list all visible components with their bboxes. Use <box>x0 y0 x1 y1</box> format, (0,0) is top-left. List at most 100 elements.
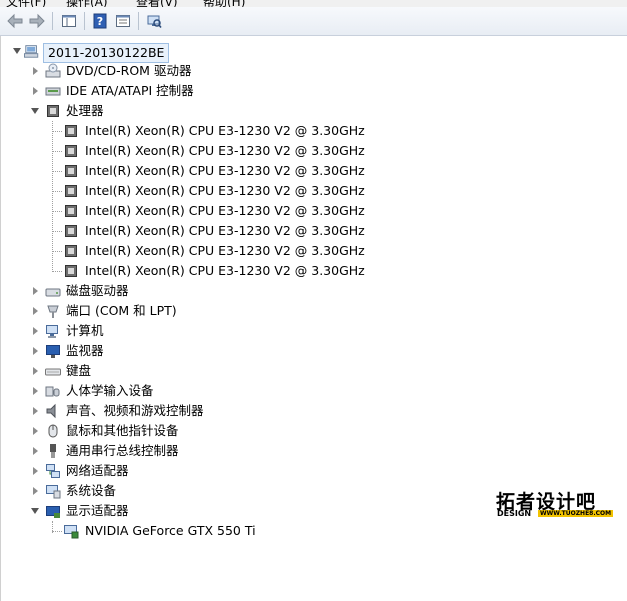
toolbar-separator <box>84 12 85 30</box>
expand-arrow-icon[interactable] <box>33 447 38 455</box>
usb-icon <box>45 443 61 459</box>
help-icon: ? <box>93 13 107 29</box>
back-icon <box>7 13 23 29</box>
forward-button[interactable] <box>26 10 48 32</box>
expand-arrow-icon[interactable] <box>33 347 38 355</box>
tree-device-item[interactable]: NVIDIA GeForce GTX 550 Ti <box>0 521 600 541</box>
expand-arrow-icon[interactable] <box>33 367 38 375</box>
tree-device-item[interactable]: Intel(R) Xeon(R) CPU E3-1230 V2 @ 3.30GH… <box>0 201 600 221</box>
tree-category-display-adapter-label: 显示适配器 <box>66 503 129 518</box>
svg-text:?: ? <box>97 15 103 28</box>
expand-arrow-icon[interactable] <box>33 487 38 495</box>
disk-drive-icon <box>45 283 61 299</box>
tree-category-port[interactable]: 端口 (COM 和 LPT) <box>0 301 600 321</box>
tree-category-dvd-drive[interactable]: DVD/CD-ROM 驱动器 <box>0 61 600 81</box>
tree-connector <box>52 171 62 172</box>
properties-button[interactable] <box>112 10 134 32</box>
scan-hardware-icon <box>147 15 162 28</box>
tree-category-system-device-label: 系统设备 <box>66 483 117 498</box>
show-hide-tree-button[interactable] <box>58 10 80 32</box>
tree-connector <box>52 131 62 132</box>
toolbar-separator <box>52 12 53 30</box>
expand-arrow-icon[interactable] <box>33 467 38 475</box>
computer-icon <box>45 323 61 339</box>
tree-category-dvd-drive-label: DVD/CD-ROM 驱动器 <box>66 63 192 78</box>
tree-category-disk-drive[interactable]: 磁盘驱动器 <box>0 281 600 301</box>
tree-connector <box>52 191 62 192</box>
processor-icon <box>63 143 79 159</box>
processor-icon <box>63 263 79 279</box>
ide-controller-icon <box>45 83 61 99</box>
tree-device-item[interactable]: Intel(R) Xeon(R) CPU E3-1230 V2 @ 3.30GH… <box>0 141 600 161</box>
monitor-icon <box>45 343 61 359</box>
collapse-arrow-icon[interactable] <box>31 108 39 114</box>
scan-hardware-button[interactable] <box>143 10 165 32</box>
tree-device-item[interactable]: Intel(R) Xeon(R) CPU E3-1230 V2 @ 3.30GH… <box>0 221 600 241</box>
mouse-icon <box>45 423 61 439</box>
expand-arrow-icon[interactable] <box>33 287 38 295</box>
collapse-arrow-icon[interactable] <box>31 508 39 514</box>
tree-category-usb[interactable]: 通用串行总线控制器 <box>0 441 600 461</box>
tree-category-ide-controller-label: IDE ATA/ATAPI 控制器 <box>66 83 194 98</box>
tree-device-item[interactable]: Intel(R) Xeon(R) CPU E3-1230 V2 @ 3.30GH… <box>0 161 600 181</box>
expand-arrow-icon[interactable] <box>33 427 38 435</box>
watermark-url: WWW.TUOZHE8.COM <box>538 510 614 517</box>
expand-arrow-icon[interactable] <box>33 307 38 315</box>
tree-root-label[interactable]: 2011-20130122BE <box>43 43 170 63</box>
sound-icon <box>45 403 61 419</box>
tree-connector <box>52 271 62 272</box>
processor-icon <box>63 183 79 199</box>
toolbar: ? <box>0 7 627 36</box>
back-button[interactable] <box>4 10 26 32</box>
expand-arrow-icon[interactable] <box>33 67 38 75</box>
expand-arrow-icon[interactable] <box>33 387 38 395</box>
tree-category-network-adapter-label: 网络适配器 <box>66 463 129 478</box>
processor-icon <box>63 203 79 219</box>
tree-category-keyboard-label: 键盘 <box>66 363 92 378</box>
dvd-drive-icon <box>45 63 61 79</box>
tree-category-computer[interactable]: 计算机 <box>0 321 600 341</box>
tree-category-ide-controller[interactable]: IDE ATA/ATAPI 控制器 <box>0 81 600 101</box>
tree-device-item[interactable]: Intel(R) Xeon(R) CPU E3-1230 V2 @ 3.30GH… <box>0 241 600 261</box>
computer-root-icon <box>24 45 39 58</box>
tree-category-port-label: 端口 (COM 和 LPT) <box>66 303 177 318</box>
tree-category-sound-label: 声音、视频和游戏控制器 <box>66 403 204 418</box>
tree-category-usb-label: 通用串行总线控制器 <box>66 443 179 458</box>
processor-icon <box>63 123 79 139</box>
hid-icon <box>45 383 61 399</box>
tree-device-item[interactable]: Intel(R) Xeon(R) CPU E3-1230 V2 @ 3.30GH… <box>0 261 600 281</box>
tree-device-item-label: Intel(R) Xeon(R) CPU E3-1230 V2 @ 3.30GH… <box>85 203 365 218</box>
tree-connector <box>52 151 62 152</box>
tree-category-processor[interactable]: 处理器 <box>0 101 600 121</box>
tree-category-network-adapter[interactable]: 网络适配器 <box>0 461 600 481</box>
tree-device-item-label: Intel(R) Xeon(R) CPU E3-1230 V2 @ 3.30GH… <box>85 123 365 138</box>
tree-category-hid[interactable]: 人体学输入设备 <box>0 381 600 401</box>
tree-device-item-label: Intel(R) Xeon(R) CPU E3-1230 V2 @ 3.30GH… <box>85 223 365 238</box>
tree-category-processor-label: 处理器 <box>66 103 104 118</box>
expand-arrow-icon[interactable] <box>33 87 38 95</box>
tree-connector <box>52 531 62 532</box>
help-button[interactable]: ? <box>89 10 111 32</box>
tree-device-item[interactable]: Intel(R) Xeon(R) CPU E3-1230 V2 @ 3.30GH… <box>0 181 600 201</box>
tree-category-hid-label: 人体学输入设备 <box>66 383 154 398</box>
tree-device-item-label: Intel(R) Xeon(R) CPU E3-1230 V2 @ 3.30GH… <box>85 263 365 278</box>
expand-arrow-icon[interactable] <box>33 327 38 335</box>
network-adapter-icon <box>45 463 61 479</box>
forward-icon <box>29 13 45 29</box>
expand-arrow-icon[interactable] <box>33 407 38 415</box>
toolbar-separator <box>138 12 139 30</box>
processor-icon <box>63 223 79 239</box>
tree-category-sound[interactable]: 声音、视频和游戏控制器 <box>0 401 600 421</box>
tree-category-mouse[interactable]: 鼠标和其他指针设备 <box>0 421 600 441</box>
tree-category-keyboard[interactable]: 键盘 <box>0 361 600 381</box>
watermark-logo: 拓者设计吧 DESIGN WWW.TUOZHE8.COM <box>496 487 614 523</box>
collapse-arrow-icon[interactable] <box>13 48 21 54</box>
display-adapter-icon <box>45 503 61 519</box>
tree-category-computer-label: 计算机 <box>66 323 104 338</box>
watermark-sub: DESIGN <box>497 509 532 518</box>
tree-connector <box>52 211 62 212</box>
menu-bar: 文件(F) 操作(A) 查看(V) 帮助(H) <box>0 0 627 9</box>
tree-device-item-label: Intel(R) Xeon(R) CPU E3-1230 V2 @ 3.30GH… <box>85 183 365 198</box>
tree-device-item[interactable]: Intel(R) Xeon(R) CPU E3-1230 V2 @ 3.30GH… <box>0 121 600 141</box>
tree-category-monitor[interactable]: 监视器 <box>0 341 600 361</box>
